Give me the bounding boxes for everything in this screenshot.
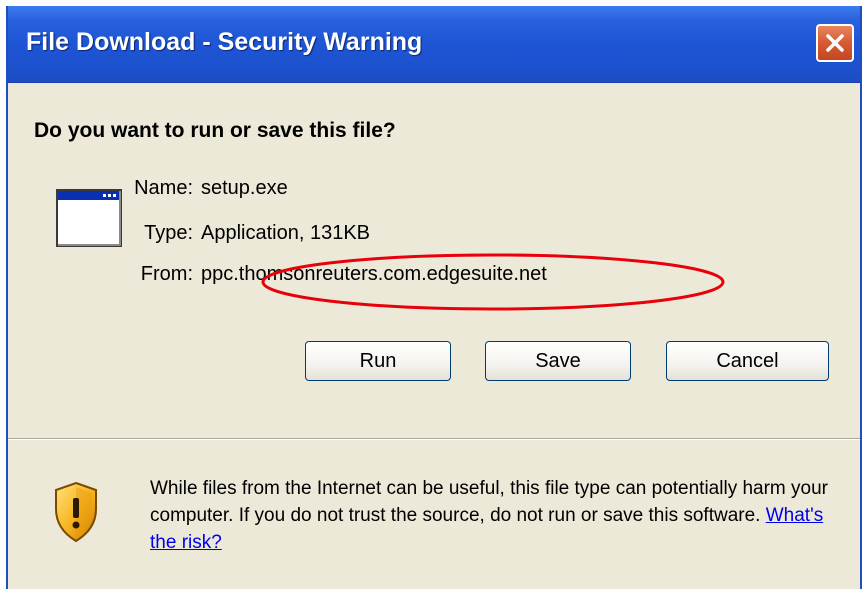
cancel-button[interactable]: Cancel [666, 341, 829, 381]
file-type-label: Type: [144, 222, 193, 244]
warning-text: While files from the Internet can be use… [150, 478, 828, 526]
file-name-label: Name: [134, 177, 193, 199]
window-title: File Download - Security Warning [26, 28, 423, 56]
close-icon [826, 34, 844, 52]
close-button[interactable] [816, 24, 854, 62]
security-shield-warning-icon [55, 481, 97, 543]
file-type-value: Application, 131KB [201, 222, 371, 244]
title-bar[interactable]: File Download - Security Warning [8, 6, 860, 83]
dialog-question: Do you want to run or save this file? [34, 119, 396, 142]
section-divider [8, 438, 860, 440]
run-button[interactable]: Run [305, 341, 451, 381]
highlight-ellipse-annotation [261, 253, 725, 311]
file-name-row: Name: setup.exe [113, 177, 288, 200]
file-from-label: From: [140, 263, 193, 285]
file-download-dialog: File Download - Security Warning Do you … [6, 6, 862, 589]
file-type-row: Type: Application, 131KB [113, 222, 370, 245]
file-name-value: setup.exe [201, 177, 288, 199]
save-button[interactable]: Save [485, 341, 631, 381]
security-warning-message: While files from the Internet can be use… [150, 475, 850, 556]
